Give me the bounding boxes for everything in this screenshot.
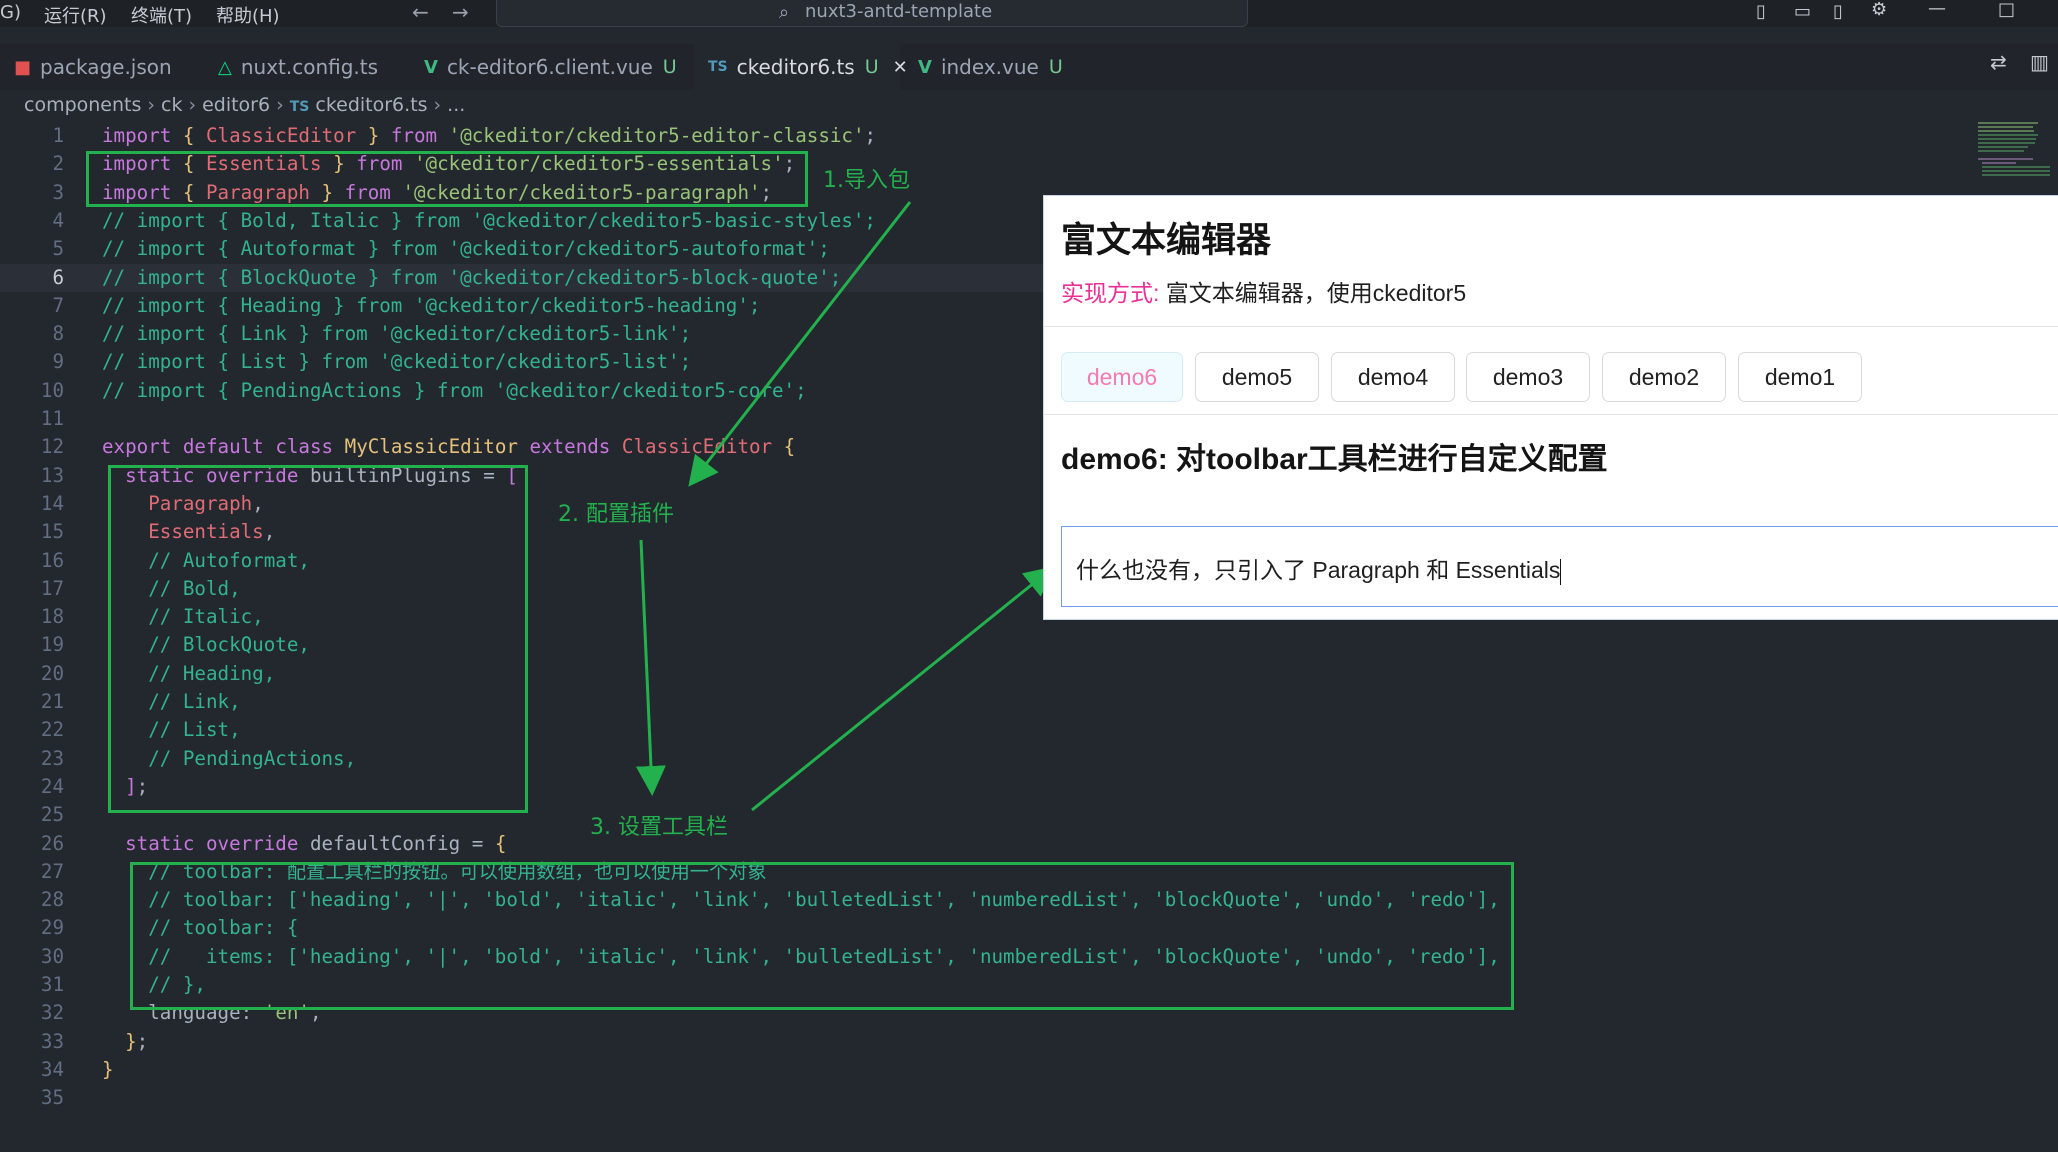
demo3-button[interactable]: demo3 xyxy=(1466,352,1590,402)
page-title: 富文本编辑器 xyxy=(1061,221,1272,260)
subtitle-text: 富文本编辑器，使用ckeditor5 xyxy=(1165,280,1467,306)
editor-content: 什么也没有，只引入了 Paragraph 和 Essentials xyxy=(1076,557,1561,583)
page-subtitle: 实现方式: 富文本编辑器，使用ckeditor5 xyxy=(1061,274,1466,308)
demo4-button[interactable]: demo4 xyxy=(1331,352,1455,402)
divider xyxy=(1044,326,2058,327)
demo5-button[interactable]: demo5 xyxy=(1195,352,1319,402)
demo2-button[interactable]: demo2 xyxy=(1602,352,1726,402)
subtitle-label: 实现方式: xyxy=(1061,280,1160,306)
text-caret xyxy=(1560,558,1562,585)
divider xyxy=(1044,414,2058,415)
arrow-step3 xyxy=(751,566,1055,812)
demo-heading: demo6: 对toolbar工具栏进行自定义配置 xyxy=(1061,443,1608,476)
rich-text-editor[interactable]: 什么也没有，只引入了 Paragraph 和 Essentials xyxy=(1061,526,2058,607)
arrow-step2 xyxy=(635,539,666,796)
demo6-button[interactable]: demo6 xyxy=(1061,352,1183,402)
demo1-button[interactable]: demo1 xyxy=(1738,352,1862,402)
browser-preview: 富文本编辑器 实现方式: 富文本编辑器，使用ckeditor5 demo6 de… xyxy=(1043,195,2058,620)
arrow-step1 xyxy=(688,201,912,487)
